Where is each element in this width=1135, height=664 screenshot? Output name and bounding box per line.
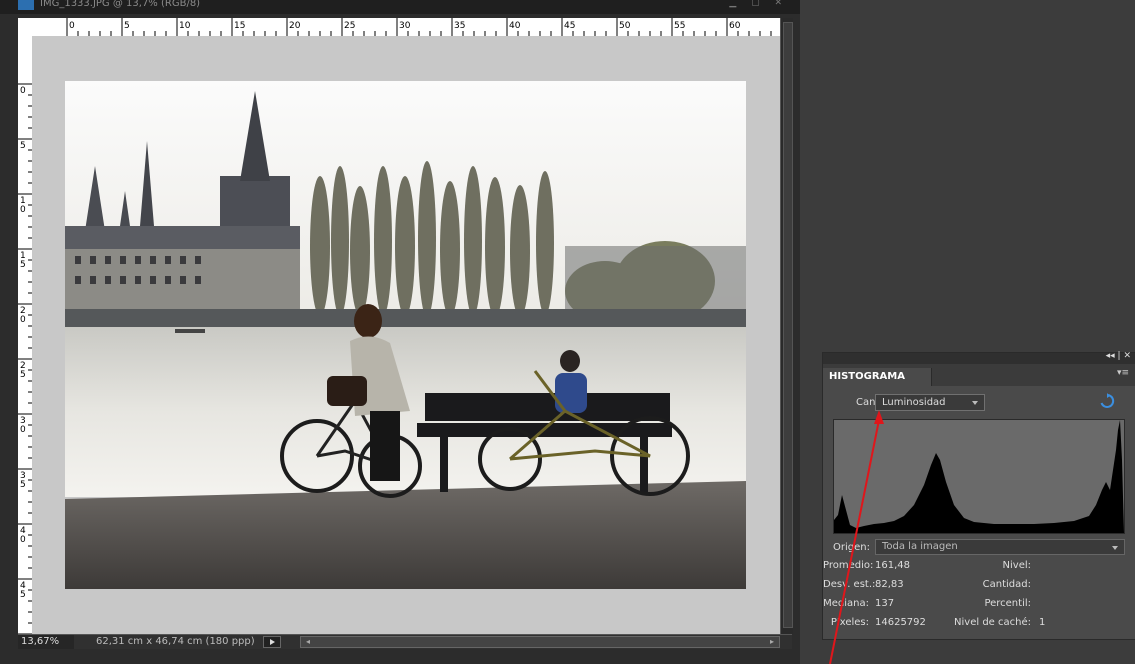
hruler-tick-label: 60 [729, 21, 741, 31]
hruler-tick-label: 0 [69, 21, 75, 31]
status-menu-arrow-icon[interactable] [263, 636, 281, 648]
hruler-tick-label: 20 [289, 21, 301, 31]
zoom-level[interactable]: 13,67% [18, 635, 74, 649]
canvas-area[interactable] [32, 36, 780, 634]
panel-tab-row: HISTOGRAMA ▾≡ [823, 364, 1135, 386]
vruler-tick-label: 5 [20, 480, 26, 490]
refresh-icon[interactable] [1099, 393, 1115, 409]
histogram-panel: ◂◂ | ✕ HISTOGRAMA ▾≡ Canal: Luminosidad … [822, 351, 1135, 640]
vruler-tick-label: 0 [20, 205, 26, 215]
document-icon [18, 0, 34, 10]
status-bar: 13,67% 62,31 cm x 46,74 cm (180 ppp) ◂ ▸ [18, 634, 792, 649]
vertical-ruler-ticks: 0510152025303540455 [18, 83, 32, 634]
hruler-tick-label: 25 [344, 21, 355, 31]
cache-level-value: 1 [1039, 617, 1046, 628]
mean-value: 161,48 [875, 560, 910, 571]
vruler-tick-label: 0 [20, 86, 26, 96]
scroll-left-icon[interactable]: ◂ [303, 637, 313, 647]
hruler-tick-label: 30 [399, 21, 411, 31]
level-label: Nivel: [1002, 560, 1031, 571]
document-title: IMG_1333.JPG @ 13,7% (RGB/8) [40, 0, 201, 9]
count-label: Cantidad: [982, 579, 1031, 590]
hruler-tick-label: 50 [619, 21, 631, 31]
histogram-curve [834, 420, 1124, 533]
tab-histogram[interactable]: HISTOGRAMA [823, 368, 932, 386]
document-title-bar[interactable]: IMG_1333.JPG @ 13,7% (RGB/8) ▁ ▢ ✕ [0, 0, 800, 14]
pixels-value: 14625792 [875, 617, 926, 628]
percentile-label: Percentil: [984, 598, 1031, 609]
hruler-tick-label: 40 [509, 21, 521, 31]
scroll-right-icon[interactable]: ▸ [767, 637, 777, 647]
vruler-tick-label: 5 [20, 370, 26, 380]
document-window: IMG_1333.JPG @ 13,7% (RGB/8) ▁ ▢ ✕ 0 5 10 1… [0, 0, 800, 664]
cache-level-label: Nivel de caché: [954, 617, 1031, 628]
mean-label: Promedio: [823, 560, 874, 571]
panel-top-bar[interactable]: ◂◂ | ✕ [823, 351, 1135, 364]
horizontal-ruler-ticks: 0 5 10 15 20 25 30 35 40 45 50 55 60 [66, 18, 772, 36]
vruler-tick-label: 5 [20, 141, 26, 151]
vertical-ruler[interactable]: 0510152025303540455 [18, 36, 32, 634]
collapse-close-icon[interactable]: ◂◂ | ✕ [1106, 351, 1131, 361]
histogram-graph [833, 419, 1125, 534]
ruler-origin[interactable] [18, 18, 33, 36]
hruler-tick-label: 55 [674, 21, 685, 31]
hruler-tick-label: 10 [179, 21, 191, 31]
vertical-scroll-thumb[interactable] [783, 22, 793, 628]
hruler-tick-label: 5 [124, 21, 130, 31]
hruler-tick-label: 35 [454, 21, 465, 31]
std-dev-value: 82,83 [875, 579, 904, 590]
source-label: Origen: [833, 542, 870, 553]
median-label: Mediana: [823, 598, 869, 609]
chevron-down-icon [1112, 546, 1118, 550]
hruler-tick-label: 15 [234, 21, 245, 31]
vruler-tick-label: 0 [20, 425, 26, 435]
vruler-tick-label: 5 [20, 260, 26, 270]
vruler-tick-label: 5 [20, 590, 26, 600]
source-dropdown[interactable]: Toda la imagen [875, 539, 1125, 555]
document-size: 62,31 cm x 46,74 cm (180 ppp) [96, 636, 255, 647]
horizontal-ruler[interactable]: 0 5 10 15 20 25 30 35 40 45 50 55 60 [32, 18, 790, 36]
horizontal-scrollbar[interactable]: ◂ ▸ [300, 636, 780, 648]
panel-menu-icon[interactable]: ▾≡ [1117, 368, 1129, 378]
median-value: 137 [875, 598, 895, 609]
vruler-tick-label: 0 [20, 315, 26, 325]
hruler-tick-label: 45 [564, 21, 575, 31]
chevron-down-icon [972, 401, 978, 405]
vertical-scrollbar[interactable] [780, 18, 793, 634]
vruler-tick-label: 0 [20, 535, 26, 545]
source-value: Toda la imagen [882, 541, 958, 552]
std-dev-label: Desv. est.: [823, 579, 876, 590]
window-controls-icon[interactable]: ▁ ▢ ✕ [729, 0, 788, 8]
channel-dropdown[interactable]: Luminosidad [875, 394, 985, 411]
channel-value: Luminosidad [882, 397, 946, 408]
pixels-label: Píxeles: [830, 617, 869, 628]
photo-image [65, 81, 746, 589]
